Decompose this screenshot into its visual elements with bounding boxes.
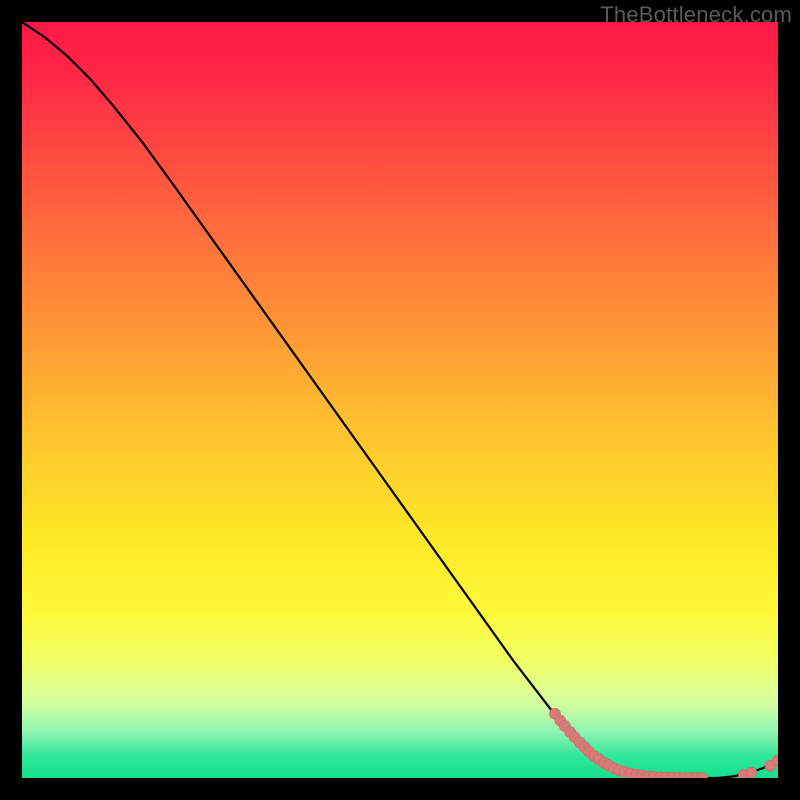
chart-frame: TheBottleneck.com [0, 0, 800, 800]
curve-layer [22, 22, 778, 778]
plot-area [22, 22, 778, 778]
bottleneck-curve [22, 22, 778, 778]
data-point [746, 767, 757, 778]
